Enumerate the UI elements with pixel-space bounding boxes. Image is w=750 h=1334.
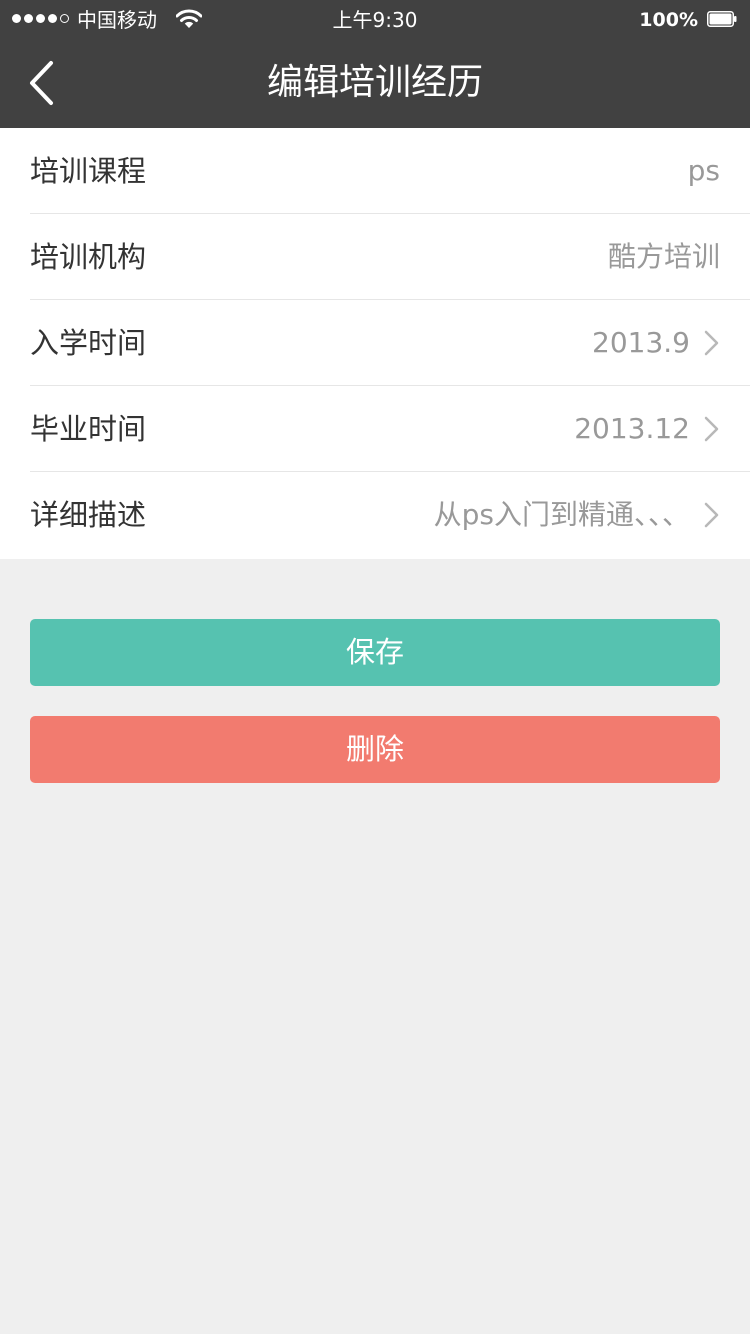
navigation-bar: 编辑培训经历 — [0, 40, 750, 128]
training-form: 培训课程 ps 培训机构 酷方培训 入学时间 2013.9 毕业时间 2013.… — [0, 128, 750, 559]
row-label: 毕业时间 — [30, 412, 147, 446]
form-row-start-date[interactable]: 入学时间 2013.9 — [30, 300, 750, 386]
row-label: 培训机构 — [30, 240, 147, 274]
form-row-course[interactable]: 培训课程 ps — [30, 128, 750, 214]
form-row-institution[interactable]: 培训机构 酷方培训 — [30, 214, 750, 300]
chevron-right-icon — [704, 416, 719, 442]
row-value: ps — [687, 154, 720, 187]
battery-percentage: 100% — [639, 9, 698, 31]
row-value: 酷方培训 — [607, 240, 720, 273]
save-button[interactable]: 保存 — [30, 619, 720, 686]
row-value: 2013.9 — [592, 326, 690, 359]
chevron-right-icon — [704, 330, 719, 356]
status-time: 上午9:30 — [332, 8, 418, 32]
form-row-end-date[interactable]: 毕业时间 2013.12 — [30, 386, 750, 472]
battery-icon — [707, 11, 737, 27]
chevron-right-icon — [704, 502, 719, 528]
page-title: 编辑培训经历 — [266, 62, 483, 103]
row-value: 2013.12 — [574, 412, 690, 445]
form-row-description[interactable]: 详细描述 从ps入门到精通、、、 — [30, 472, 750, 558]
status-bar: 中国移动 上午9:30 100% — [0, 0, 750, 40]
row-value: 从ps入门到精通、、、 — [433, 498, 690, 531]
row-label: 详细描述 — [30, 498, 147, 532]
row-label: 培训课程 — [30, 154, 147, 188]
delete-button[interactable]: 删除 — [30, 716, 720, 783]
row-label: 入学时间 — [30, 326, 147, 360]
